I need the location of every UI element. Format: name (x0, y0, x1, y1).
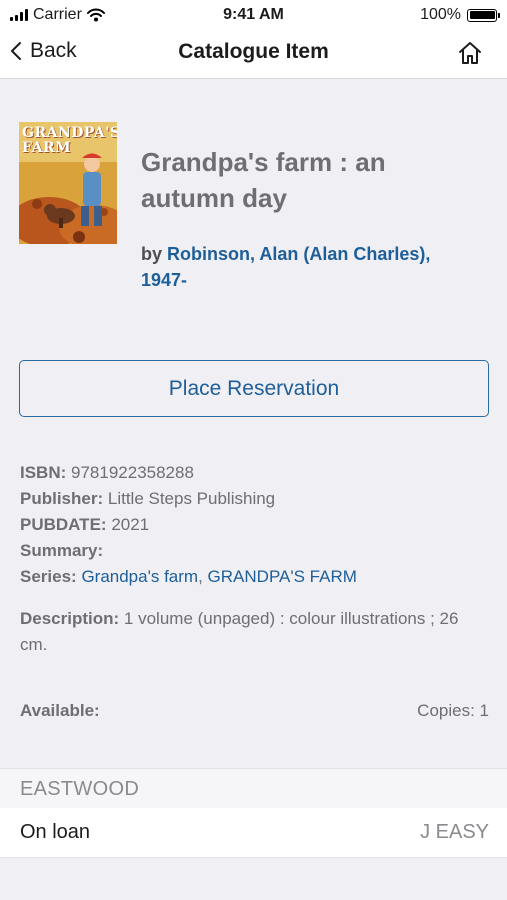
publisher-row: Publisher: Little Steps Publishing (20, 486, 490, 512)
isbn-label: ISBN: (20, 463, 67, 482)
battery-percent: 100% (420, 6, 461, 23)
pubdate-value: 2021 (111, 515, 150, 534)
copies-count: Copies: 1 (417, 701, 489, 720)
author-prefix: by (141, 244, 163, 264)
battery-fill (469, 11, 495, 19)
description-label: Description: (20, 609, 120, 628)
details-section: ISBN: 9781922358288 Publisher: Little St… (20, 460, 490, 590)
battery-icon (467, 8, 500, 22)
isbn-value: 9781922358288 (71, 463, 194, 482)
series-link[interactable]: Grandpa's farm (81, 567, 198, 586)
series-link[interactable]: GRANDPA'S FARM (208, 567, 357, 586)
series-label: Series: (20, 567, 77, 586)
status-bar: Carrier 9:41 AM 100% (0, 0, 507, 30)
series-row: Series: Grandpa's farm, GRANDPA'S FARM (20, 564, 490, 590)
cover-title-text: GRANDPA'S FARM (22, 125, 117, 156)
book-title: Grandpa's farm : an autumn day (141, 147, 386, 213)
series-separator: , (198, 567, 203, 586)
available-label: Available: (20, 701, 100, 720)
pubdate-row: PUBDATE: 2021 (20, 512, 490, 538)
home-icon[interactable] (457, 40, 483, 66)
description: Description: 1 volume (unpaged) : colour… (20, 606, 490, 658)
page-title: Catalogue Item (178, 40, 329, 63)
branch-header: EASTWOOD (0, 768, 507, 808)
battery-group: 100% (420, 6, 500, 24)
publisher-value: Little Steps Publishing (107, 489, 276, 508)
isbn-row: ISBN: 9781922358288 (20, 460, 490, 486)
publisher-label: Publisher: (20, 489, 104, 508)
pubdate-label: PUBDATE: (20, 515, 107, 534)
summary-row: Summary: (20, 538, 490, 564)
book-cover-image[interactable]: GRANDPA'S FARM (19, 122, 117, 244)
summary-label: Summary: (20, 541, 104, 560)
loan-status: On loan (20, 821, 91, 843)
author-line: by Robinson, Alan (Alan Charles), 1947- (141, 241, 471, 293)
author-link[interactable]: Robinson, Alan (Alan Charles), 1947- (141, 244, 430, 290)
nav-bar: Back Catalogue Item (0, 30, 507, 79)
place-reservation-button[interactable]: Place Reservation (19, 360, 489, 417)
call-number: J EASY (420, 821, 489, 843)
holding-row[interactable]: On loan J EASY (0, 808, 507, 858)
